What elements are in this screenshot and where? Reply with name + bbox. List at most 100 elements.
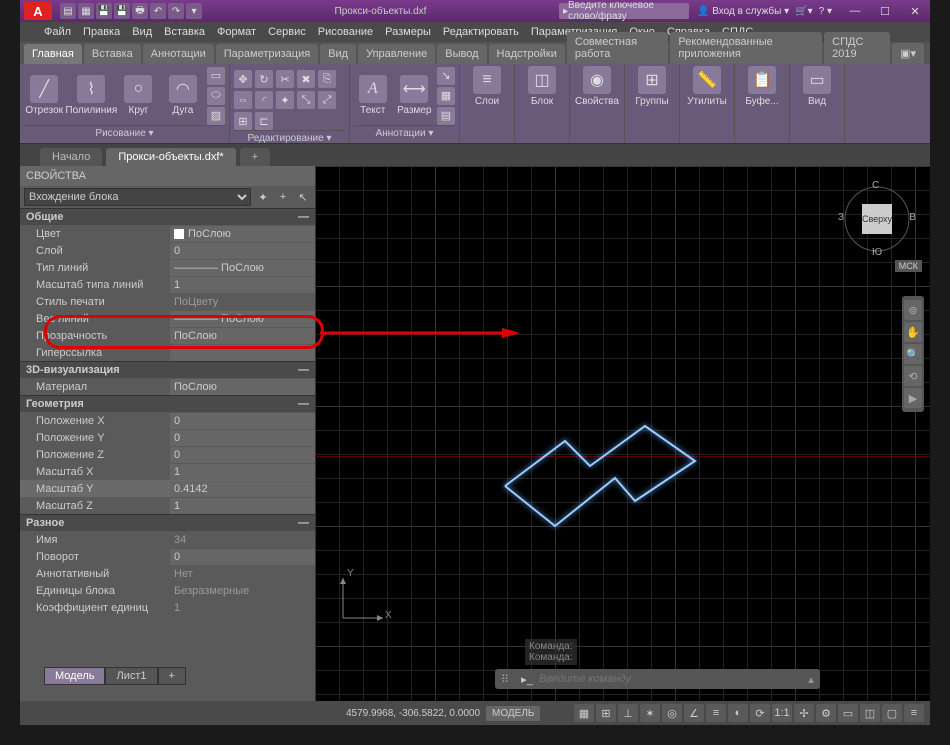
sb-transparency-icon[interactable]: ◐ bbox=[728, 704, 748, 722]
menu-insert[interactable]: Вставка bbox=[164, 26, 205, 38]
help-icon[interactable]: ? ▾ bbox=[819, 6, 832, 17]
sb-isolate-icon[interactable]: ◫ bbox=[860, 704, 880, 722]
prop-value[interactable]: 1 bbox=[170, 277, 315, 293]
tab-parametric[interactable]: Параметризация bbox=[216, 44, 318, 64]
prop-value[interactable]: 1 bbox=[170, 464, 315, 480]
close-button[interactable]: ✕ bbox=[900, 0, 930, 22]
prop-value[interactable]: ———— ПоСлою bbox=[170, 260, 315, 276]
table-icon[interactable]: ▦ bbox=[437, 87, 455, 105]
prop-value[interactable]: 0 bbox=[170, 549, 315, 565]
polyline-button[interactable]: ⌇Полилиния bbox=[68, 75, 114, 116]
qat-redo-icon[interactable]: ↷ bbox=[168, 3, 184, 19]
sb-clean-icon[interactable]: ▢ bbox=[882, 704, 902, 722]
selectobj-icon[interactable]: ↖ bbox=[295, 189, 311, 205]
prop-value[interactable] bbox=[170, 345, 315, 361]
ucs-icon[interactable]: X Y bbox=[333, 568, 393, 631]
layers-button[interactable]: ≡Слои bbox=[464, 66, 510, 107]
command-input[interactable] bbox=[539, 673, 802, 685]
line-button[interactable]: ╱Отрезок bbox=[24, 75, 64, 116]
view-button[interactable]: ▭Вид bbox=[794, 66, 840, 107]
fillet-icon[interactable]: ◜ bbox=[255, 91, 273, 109]
prop-value[interactable]: 0 bbox=[170, 243, 315, 259]
props-section-geom[interactable]: Геометрия— bbox=[20, 395, 315, 412]
props-button[interactable]: ◉Свойства bbox=[574, 66, 620, 107]
drawing-viewport[interactable]: X Y Сверху С Ю В З МСК ⊚ ✋ 🔍 ⟲ ▶ Команда… bbox=[315, 166, 930, 701]
block-button[interactable]: ◫Блок bbox=[519, 66, 565, 107]
menu-modify[interactable]: Редактировать bbox=[443, 26, 519, 38]
nav-zoom-icon[interactable]: 🔍 bbox=[904, 344, 922, 364]
explode-icon[interactable]: ✦ bbox=[276, 91, 294, 109]
hatch-icon[interactable]: ▨ bbox=[207, 107, 225, 125]
cmdline-menu-icon[interactable]: ▴ bbox=[802, 673, 820, 686]
tab-model[interactable]: Модель bbox=[44, 667, 105, 685]
tab-add-layout[interactable]: + bbox=[158, 667, 186, 685]
qat-save-icon[interactable]: 💾 bbox=[96, 3, 112, 19]
arc-button[interactable]: ◠Дуга bbox=[163, 75, 203, 116]
ellipse-icon[interactable]: ⬭ bbox=[207, 87, 225, 105]
qat-new-icon[interactable]: ▤ bbox=[60, 3, 76, 19]
sb-lweight-icon[interactable]: ≡ bbox=[706, 704, 726, 722]
prop-value[interactable]: 0 bbox=[170, 430, 315, 446]
clipboard-button[interactable]: 📋Буфе... bbox=[739, 66, 785, 107]
signin-link[interactable]: 👤 Вход в службы ▾ bbox=[697, 6, 789, 17]
groups-button[interactable]: ⊞Группы bbox=[629, 66, 675, 107]
prop-value[interactable]: 0 bbox=[170, 413, 315, 429]
cmdline-grip-icon[interactable]: ⠿ bbox=[495, 673, 515, 686]
leader-icon[interactable]: ↘ bbox=[437, 67, 455, 85]
dim-button[interactable]: ⟷Размер bbox=[396, 75, 434, 116]
copy-icon[interactable]: ⎘ bbox=[318, 70, 336, 88]
ribbon-collapse-icon[interactable]: ▣▾ bbox=[892, 43, 924, 64]
sb-otrack-icon[interactable]: ∠ bbox=[684, 704, 704, 722]
coordinates-readout[interactable]: 4579.9968, -306.5822, 0.0000 bbox=[346, 708, 480, 719]
tab-annotate[interactable]: Аннотации bbox=[143, 44, 214, 64]
tab-spds2019[interactable]: СПДС 2019 bbox=[824, 32, 890, 64]
tab-current-doc[interactable]: Прокси-объекты.dxf* bbox=[106, 148, 235, 166]
selection-type-dropdown[interactable]: Вхождение блока bbox=[24, 188, 251, 206]
prop-value[interactable]: 0.4142 bbox=[170, 481, 315, 497]
menu-file[interactable]: Файл bbox=[44, 26, 71, 38]
qat-undo-icon[interactable]: ↶ bbox=[150, 3, 166, 19]
panel-annot-label[interactable]: Аннотации ▾ bbox=[354, 125, 455, 141]
tab-start[interactable]: Начало bbox=[40, 148, 102, 166]
sb-annoscale-icon[interactable]: 1:1 bbox=[772, 704, 792, 722]
sb-monitor-icon[interactable]: ▭ bbox=[838, 704, 858, 722]
rotate-icon[interactable]: ↻ bbox=[255, 70, 273, 88]
prop-value[interactable]: ПоСлою bbox=[170, 379, 315, 395]
rect-icon[interactable]: ▭ bbox=[207, 67, 225, 85]
prop-value[interactable]: ПоСлою bbox=[170, 226, 315, 242]
sb-ortho-icon[interactable]: ⊥ bbox=[618, 704, 638, 722]
sb-snap-icon[interactable]: ⊞ bbox=[596, 704, 616, 722]
array-icon[interactable]: ⊞ bbox=[234, 112, 252, 130]
nav-pan-icon[interactable]: ✋ bbox=[904, 322, 922, 342]
text-button[interactable]: AТекст bbox=[354, 75, 392, 116]
nav-orbit-icon[interactable]: ⟲ bbox=[904, 366, 922, 386]
exchange-icon[interactable]: 🛒▾ bbox=[795, 6, 812, 17]
tab-add[interactable]: + bbox=[240, 148, 270, 166]
maximize-button[interactable]: ☐ bbox=[870, 0, 900, 22]
qat-more-icon[interactable]: ▾ bbox=[186, 3, 202, 19]
tab-insert[interactable]: Вставка bbox=[84, 44, 141, 64]
mtext-icon[interactable]: ▤ bbox=[437, 107, 455, 125]
help-search[interactable]: ▸ Введите ключевое слово/фразу bbox=[559, 3, 689, 19]
stretch-icon[interactable]: ⤡ bbox=[297, 91, 315, 109]
menu-tools[interactable]: Сервис bbox=[268, 26, 306, 38]
menu-dimension[interactable]: Размеры bbox=[385, 26, 431, 38]
sb-cycling-icon[interactable]: ⟳ bbox=[750, 704, 770, 722]
sb-osnap-icon[interactable]: ◎ bbox=[662, 704, 682, 722]
prop-value[interactable]: 0 bbox=[170, 447, 315, 463]
circle-button[interactable]: ○Круг bbox=[118, 75, 158, 116]
utils-button[interactable]: 📏Утилиты bbox=[684, 66, 730, 107]
menu-draw[interactable]: Рисование bbox=[318, 26, 373, 38]
qat-plot-icon[interactable]: 🖶 bbox=[132, 3, 148, 19]
mirror-icon[interactable]: ⇔ bbox=[234, 91, 252, 109]
props-section-viz3d[interactable]: 3D-визуализация— bbox=[20, 361, 315, 378]
props-section-misc[interactable]: Разное— bbox=[20, 514, 315, 531]
prop-value[interactable]: ———— ПоСлою bbox=[170, 311, 315, 327]
move-icon[interactable]: ✥ bbox=[234, 70, 252, 88]
menu-view[interactable]: Вид bbox=[132, 26, 152, 38]
viewcube-top[interactable]: Сверху bbox=[862, 204, 892, 234]
pickadd-icon[interactable]: + bbox=[275, 189, 291, 205]
tab-home[interactable]: Главная bbox=[24, 44, 82, 64]
scale-icon[interactable]: ⤢ bbox=[318, 91, 336, 109]
wcs-label[interactable]: МСК bbox=[895, 260, 922, 272]
